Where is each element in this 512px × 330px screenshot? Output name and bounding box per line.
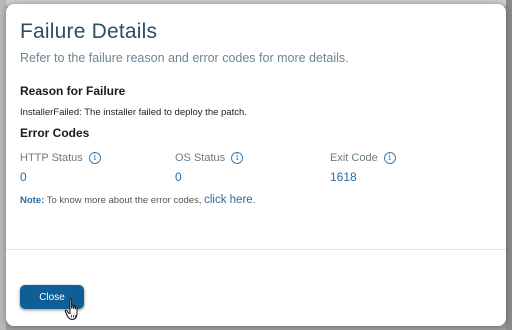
- dialog-subtitle: Refer to the failure reason and error co…: [20, 51, 349, 65]
- http-status-label: HTTP Status: [20, 152, 83, 164]
- hand-cursor-icon: [64, 298, 78, 321]
- failure-details-dialog: Failure Details Refer to the failure rea…: [6, 4, 506, 326]
- info-icon[interactable]: i: [231, 152, 244, 164]
- info-icon[interactable]: i: [88, 152, 101, 164]
- error-codes-heading: Error Codes: [20, 126, 90, 140]
- info-icon[interactable]: i: [383, 152, 396, 164]
- note-label: Note:: [20, 195, 45, 206]
- reason-text: InstallerFailed: The installer failed to…: [20, 107, 247, 118]
- os-status-label: OS Status: [175, 152, 226, 164]
- http-status-value: 0: [20, 170, 27, 184]
- dialog-title: Failure Details: [20, 20, 158, 43]
- click-here-link[interactable]: click here: [204, 194, 253, 206]
- os-status-value: 0: [175, 170, 182, 184]
- note-suffix: .: [252, 195, 256, 206]
- exit-code-label: Exit Code: [330, 152, 378, 164]
- exit-code-field: Exit Code i 1618: [330, 152, 396, 184]
- os-status-field: OS Status i 0: [175, 152, 244, 184]
- footer-divider: [6, 249, 506, 250]
- exit-code-value: 1618: [330, 170, 357, 184]
- reason-heading: Reason for Failure: [20, 84, 126, 98]
- error-codes-note: Note: To know more about the error codes…: [20, 194, 255, 206]
- note-text: To know more about the error codes,: [46, 195, 202, 206]
- http-status-field: HTTP Status i 0: [20, 152, 101, 184]
- background-page-right: [506, 0, 512, 330]
